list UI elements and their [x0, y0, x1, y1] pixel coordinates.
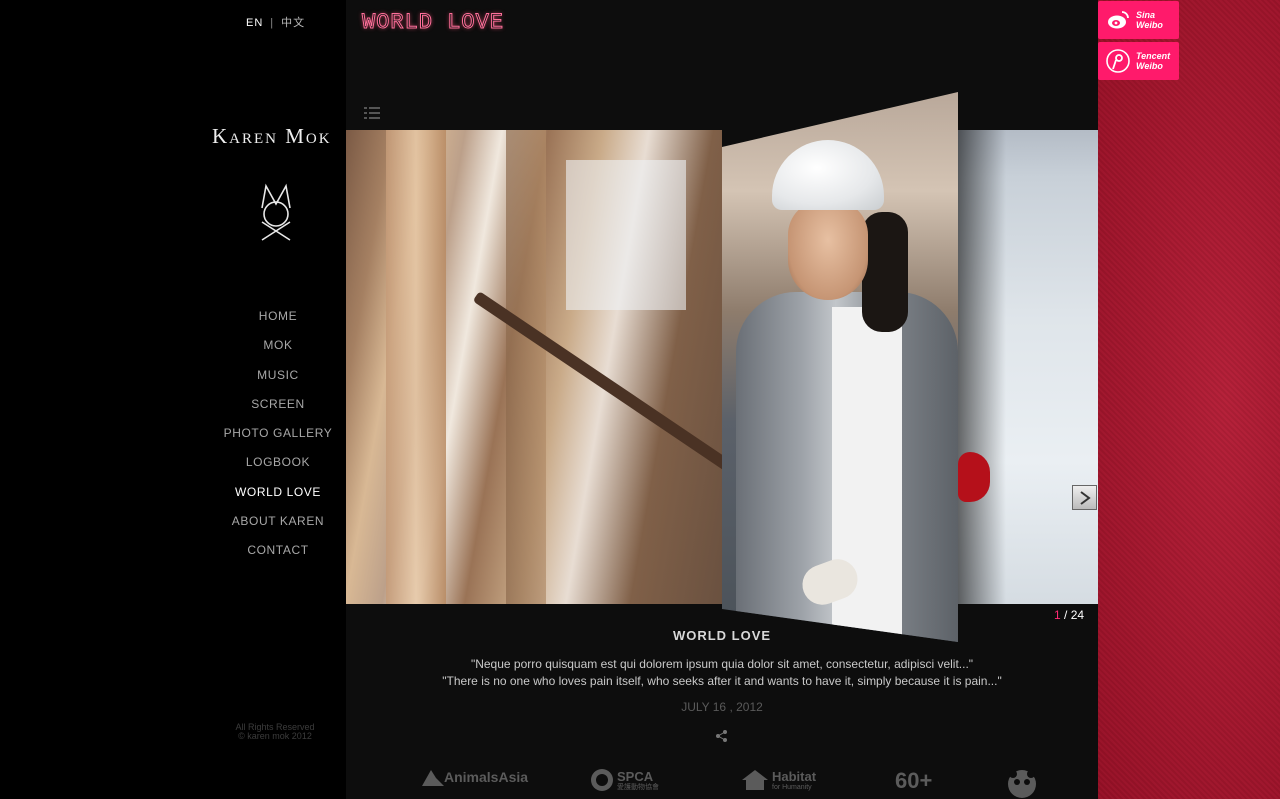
carousel-photo-previous[interactable]: [346, 130, 861, 604]
photo-shadow: [956, 130, 1006, 604]
km-monogram-icon[interactable]: [254, 182, 298, 246]
photo-detail: [862, 212, 908, 332]
sidebar: EN | 中文 Karen Mok HOME MOK MUSIC SCREEN PH…: [0, 0, 346, 799]
lang-divider: |: [270, 17, 275, 29]
main-content: WORLD LOVE 1 / 24 WORLD LOVE "Neque porr…: [346, 0, 1098, 799]
post-quote-line: "Neque porro quisquam est qui dolorem ip…: [470, 657, 974, 671]
copyright-text: © karen mok 2012: [238, 731, 312, 741]
spca-icon: [591, 769, 613, 791]
photo-detail: [566, 160, 686, 310]
weibo-icon: [1108, 11, 1129, 29]
partner-spca[interactable]: SPCA 愛護動物協會: [590, 768, 659, 792]
photo-detail: [788, 200, 868, 300]
brand-name[interactable]: Karen Mok: [212, 124, 342, 149]
post-quote-line: "There is no one who loves pain itself, …: [442, 674, 1002, 688]
slide-counter: 1 / 24: [1054, 608, 1084, 622]
slide-current: 1: [1054, 608, 1061, 622]
carousel-photo-current[interactable]: [722, 92, 958, 642]
nav-item-screen[interactable]: SCREEN: [208, 394, 348, 423]
chevron-right-icon: [1079, 490, 1091, 505]
nav-item-photo-gallery[interactable]: PHOTO GALLERY: [208, 423, 348, 452]
partner-wwf[interactable]: [1006, 768, 1038, 799]
post-date: JULY 16 , 2012: [681, 700, 763, 714]
nav-item-world-love[interactable]: WORLD LOVE: [208, 482, 348, 511]
lang-zh-link[interactable]: 中文: [281, 17, 305, 29]
animals-asia-icon: [422, 770, 444, 786]
nav-item-home[interactable]: HOME: [208, 306, 348, 335]
habitat-house-icon: [742, 770, 768, 790]
tencent-weibo-label: Tencent: [1136, 51, 1171, 61]
partner-animals-asia-label: AnimalsAsia: [444, 769, 529, 785]
photo-detail: [958, 452, 990, 502]
tencent-weibo-label: Weibo: [1136, 61, 1163, 71]
nav-item-contact[interactable]: CONTACT: [208, 540, 348, 569]
photo-carousel[interactable]: [346, 92, 1098, 642]
nav-item-logbook[interactable]: LOGBOOK: [208, 452, 348, 481]
partner-spca-label: SPCA: [617, 768, 654, 784]
sina-weibo-label: Sina: [1136, 10, 1156, 20]
partner-earth-hour[interactable]: 60+: [895, 768, 932, 794]
partner-earth-hour-label: 60+: [895, 768, 933, 793]
nav-item-music[interactable]: MUSIC: [208, 365, 348, 394]
slide-total: / 24: [1064, 608, 1085, 622]
nav-item-mok[interactable]: MOK: [208, 335, 348, 364]
photo-detail: [506, 130, 546, 604]
post-title: WORLD LOVE: [672, 628, 772, 643]
sina-weibo-label: Weibo: [1136, 20, 1163, 30]
panda-icon: [1008, 770, 1036, 798]
page-logo: WORLD LOVE: [361, 10, 505, 36]
main-nav: HOME MOK MUSIC SCREEN PHOTO GALLERY LOGB…: [208, 306, 348, 570]
carousel-photo-next[interactable]: [956, 130, 1098, 604]
language-switcher: EN | 中文: [246, 14, 305, 30]
lang-en-link[interactable]: EN: [246, 17, 263, 29]
partner-animals-asia[interactable]: AnimalsAsia: [422, 768, 528, 786]
partner-habitat[interactable]: Habitat for Humanity: [740, 768, 816, 792]
background-panel: Sina Weibo Tencent Weibo: [1098, 0, 1280, 799]
share-icon[interactable]: [715, 729, 729, 743]
list-view-icon[interactable]: [364, 105, 380, 121]
partner-spca-sub: 愛護動物協會: [617, 783, 659, 791]
copyright-notice: All Rights Reserved © karen mok 2012: [210, 723, 340, 741]
tencent-weibo-icon: [1106, 49, 1130, 73]
photo-detail: [386, 130, 446, 604]
partner-habitat-sub: for Humanity: [772, 783, 812, 791]
sina-weibo-button[interactable]: Sina Weibo: [1098, 1, 1179, 39]
tencent-weibo-button[interactable]: Tencent Weibo: [1098, 42, 1179, 80]
photo-detail: [772, 140, 884, 210]
next-arrow-button[interactable]: [1072, 485, 1097, 510]
nav-item-about-karen[interactable]: ABOUT KAREN: [208, 511, 348, 540]
partner-logos: AnimalsAsia SPCA 愛護動物協會 Habitat for Huma…: [346, 764, 1098, 799]
partner-habitat-label: Habitat: [772, 768, 817, 784]
